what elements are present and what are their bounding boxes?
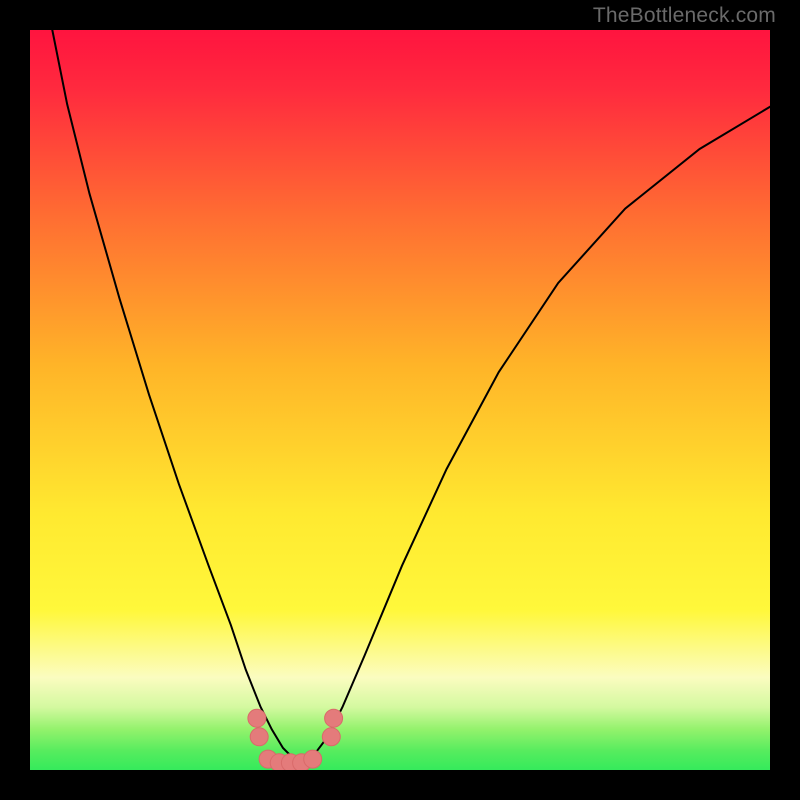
data-marker xyxy=(250,728,268,746)
plot-background xyxy=(30,30,774,774)
data-marker xyxy=(325,709,343,727)
chart-frame: TheBottleneck.com xyxy=(0,0,800,800)
bottleneck-chart xyxy=(0,0,800,800)
data-marker xyxy=(248,709,266,727)
data-marker xyxy=(322,728,340,746)
watermark-text: TheBottleneck.com xyxy=(593,4,776,28)
data-marker xyxy=(304,750,322,768)
